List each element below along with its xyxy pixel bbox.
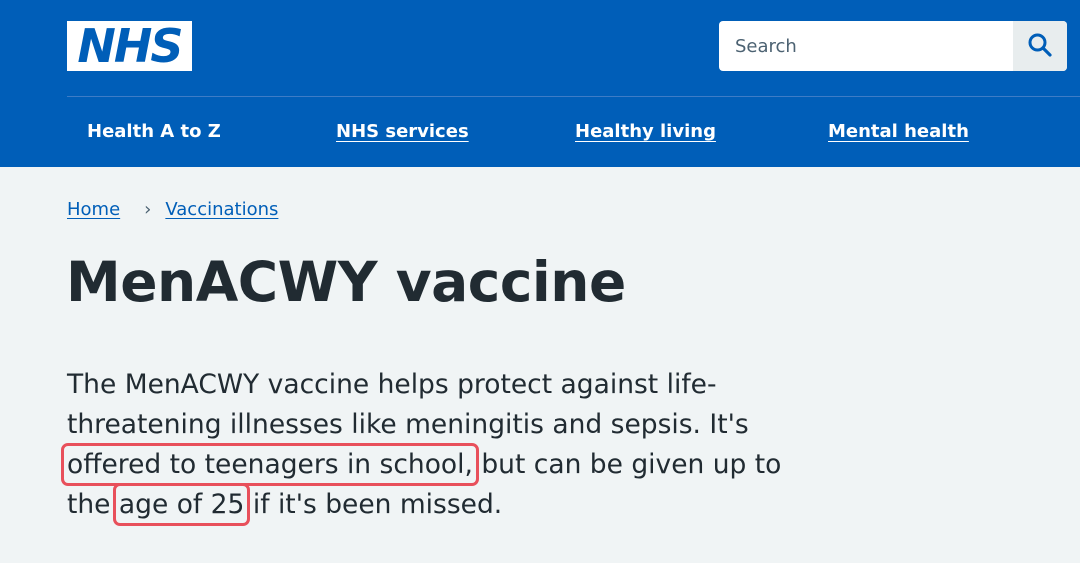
search-icon <box>1027 32 1053 61</box>
search-input[interactable] <box>719 21 1013 71</box>
breadcrumb: Home › Vaccinations <box>67 196 278 224</box>
chevron-right-icon: › <box>144 199 152 220</box>
lede-line-4-rest: if it's been missed. <box>244 489 503 520</box>
nav-nhs-services[interactable]: NHS services <box>336 97 469 167</box>
breadcrumb-vaccinations[interactable]: Vaccinations <box>165 196 278 224</box>
main-navigation: Health A to Z NHS services Healthy livin… <box>0 97 1080 167</box>
highlighted-phrase-age: age of 25 <box>112 483 251 526</box>
site-header: NHS Health A to Z NHS services Healthy l… <box>0 0 1080 167</box>
nav-mental-health[interactable]: Mental health <box>828 97 969 167</box>
search-button[interactable] <box>1013 21 1067 71</box>
lede-line-3-rest: but can be given up to <box>472 449 782 480</box>
search-form <box>719 21 1067 71</box>
highlighted-phrase-school: offered to teenagers in school, <box>61 443 479 486</box>
nhs-logo[interactable]: NHS <box>67 21 192 71</box>
breadcrumb-home[interactable]: Home <box>67 196 120 224</box>
lede-line-4-start: the <box>67 489 119 520</box>
page-title: MenACWY vaccine <box>66 250 626 314</box>
nav-health-a-to-z[interactable]: Health A to Z <box>87 97 221 167</box>
nav-healthy-living[interactable]: Healthy living <box>575 97 716 167</box>
lede-paragraph: The MenACWY vaccine helps protect agains… <box>61 365 967 526</box>
lede-line-2: threatening illnesses like meningitis an… <box>67 409 749 440</box>
lede-line-1: The MenACWY vaccine helps protect agains… <box>67 369 717 400</box>
